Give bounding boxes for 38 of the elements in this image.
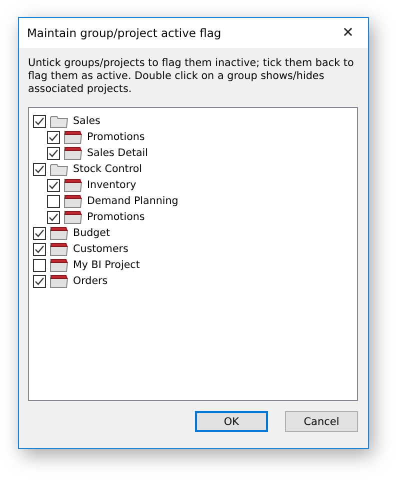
- tree-item-label[interactable]: My BI Project: [73, 259, 140, 271]
- flagged-folder-icon: [64, 130, 82, 144]
- checkbox[interactable]: [33, 114, 46, 128]
- flagged-folder-icon: [50, 242, 68, 256]
- tree-item-label[interactable]: Inventory: [87, 179, 136, 191]
- tree-item-label[interactable]: Sales: [73, 115, 100, 127]
- flagged-folder-icon: [50, 226, 68, 240]
- checkbox[interactable]: [47, 130, 60, 144]
- tree-item-label[interactable]: Demand Planning: [87, 195, 178, 207]
- tree-item-label[interactable]: Promotions: [87, 211, 145, 223]
- tree-item-label[interactable]: Sales Detail: [87, 147, 148, 159]
- checkbox[interactable]: [33, 274, 46, 288]
- tree-item-label[interactable]: Customers: [73, 243, 128, 255]
- flagged-folder-icon: [50, 258, 68, 272]
- tree-item-label[interactable]: Promotions: [87, 131, 145, 143]
- checkbox[interactable]: [33, 162, 46, 176]
- window-title: Maintain group/project active flag: [27, 26, 222, 40]
- flagged-folder-icon: [64, 194, 82, 208]
- tree-item-label[interactable]: Budget: [73, 227, 110, 239]
- checkbox[interactable]: [47, 210, 60, 224]
- flagged-folder-icon: [50, 274, 68, 288]
- folder-icon: [50, 114, 68, 128]
- close-button[interactable]: ✕: [328, 18, 368, 48]
- checkbox[interactable]: [47, 194, 60, 208]
- checkbox[interactable]: [33, 258, 46, 272]
- checkbox[interactable]: [33, 226, 46, 240]
- instructions-text: Untick groups/projects to flag them inactive; tick them back to flag them as active. Double click on a group shows/hides associated projects.: [28, 57, 355, 96]
- ok-button[interactable]: OK: [195, 411, 268, 432]
- flagged-folder-icon: [64, 210, 82, 224]
- flagged-folder-icon: [64, 178, 82, 192]
- checkbox[interactable]: [33, 242, 46, 256]
- checkbox[interactable]: [47, 178, 60, 192]
- checkbox[interactable]: [47, 146, 60, 160]
- tree-item-label[interactable]: Orders: [73, 275, 108, 287]
- cancel-button[interactable]: Cancel: [285, 411, 358, 432]
- folder-icon: [50, 162, 68, 176]
- flagged-folder-icon: [64, 146, 82, 160]
- tree-item-label[interactable]: Stock Control: [73, 163, 142, 175]
